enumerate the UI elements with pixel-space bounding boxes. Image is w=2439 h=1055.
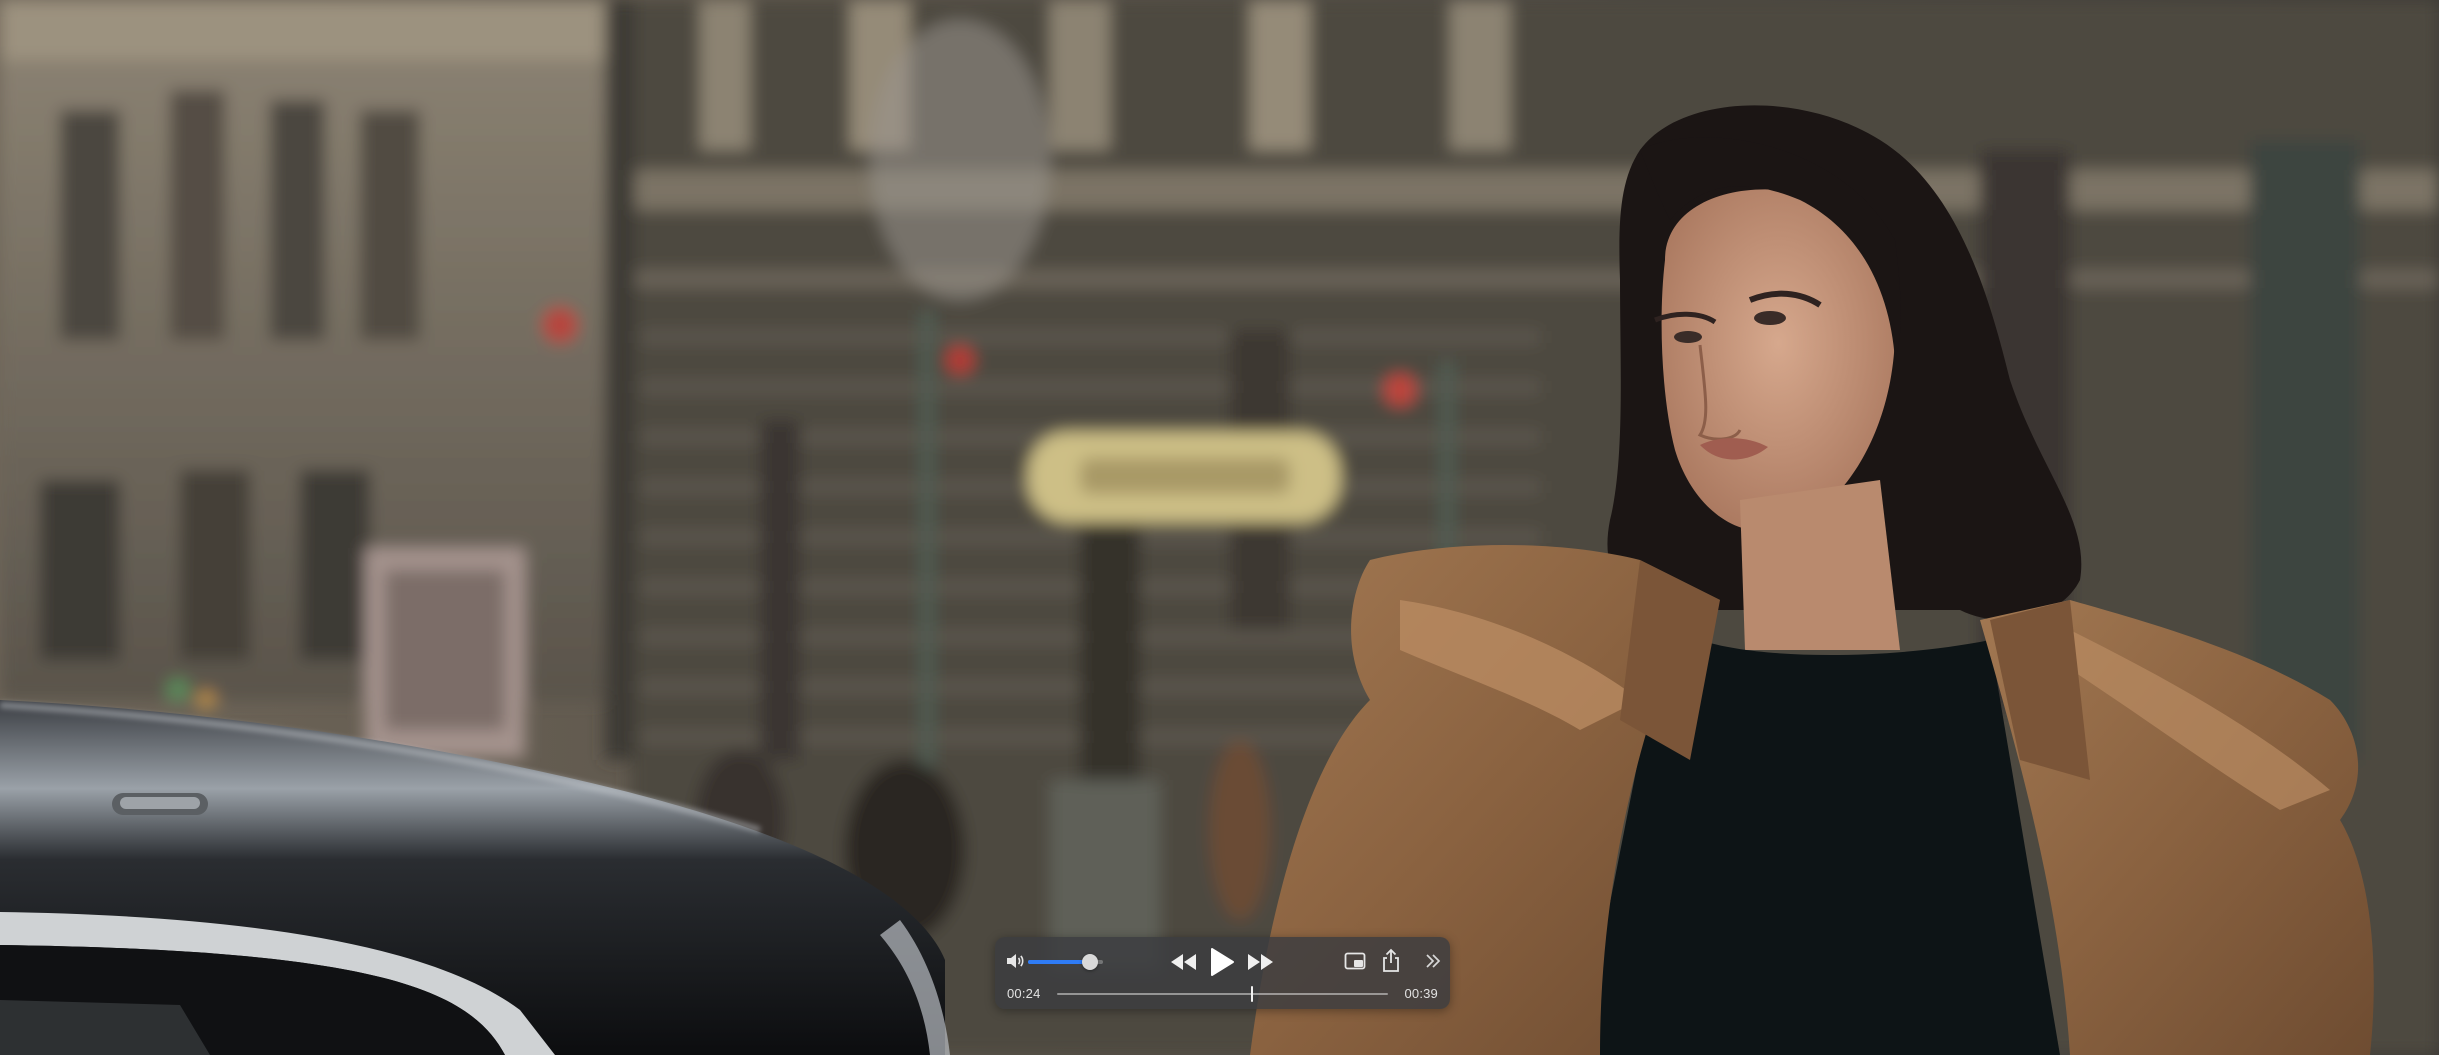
rewind-icon[interactable]	[1170, 953, 1198, 971]
fast-forward-icon[interactable]	[1246, 953, 1274, 971]
speaker-icon[interactable]	[1005, 952, 1025, 970]
playhead[interactable]	[1251, 986, 1254, 1002]
timeline-scrubber[interactable]	[1057, 986, 1388, 1002]
elapsed-time: 00:24	[1007, 986, 1041, 1001]
playback-controls: 00:24 00:39	[995, 937, 1450, 1009]
volume-slider-knob[interactable]	[1081, 954, 1098, 970]
video-frame[interactable]	[0, 0, 2439, 1055]
share-icon[interactable]	[1381, 948, 1401, 974]
volume-level-fill	[1028, 960, 1090, 964]
video-player[interactable]: 00:24 00:39	[0, 0, 2439, 1055]
volume-slider[interactable]	[1028, 954, 1103, 970]
play-icon[interactable]	[1209, 947, 1235, 977]
picture-in-picture-icon[interactable]	[1344, 951, 1368, 973]
chevron-double-right-icon[interactable]	[1425, 953, 1441, 969]
remaining-time: 00:39	[1404, 986, 1438, 1001]
